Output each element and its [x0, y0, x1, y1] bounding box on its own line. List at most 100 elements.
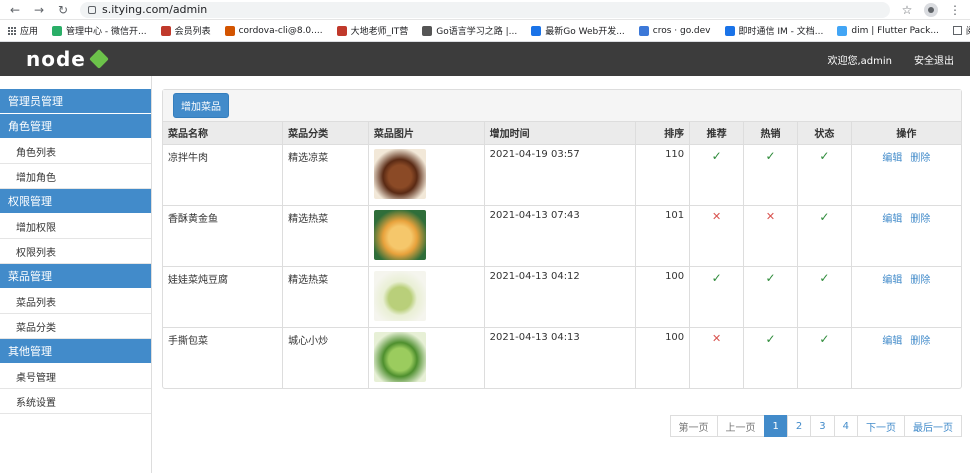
logo-hex-icon [88, 49, 109, 69]
check-icon[interactable]: ✓ [712, 271, 722, 285]
menu-dots-icon[interactable]: ⋮ [948, 3, 962, 17]
sidebar-group-title[interactable]: 角色管理 [0, 114, 151, 138]
sidebar-item[interactable]: 菜品列表 [0, 289, 151, 314]
table-row: 香酥黄金鱼 精选热菜 2021-04-13 07:43 101 ✕ ✕ ✓ 编辑 删除 [163, 204, 961, 267]
sidebar-item[interactable]: 菜品分类 [0, 314, 151, 339]
lock-icon [88, 5, 96, 14]
check-icon[interactable]: ✓ [765, 332, 775, 346]
check-icon[interactable]: ✓ [819, 149, 829, 163]
sidebar: 管理员管理 角色管理 角色列表 增加角色 权限管理 增加权限 权限列表 菜品管理 菜品列表 菜品分… [0, 76, 152, 473]
add-dish-button[interactable]: 增加菜品 [173, 93, 229, 118]
bookmarks-bar: 应用 管理中心 - 微信开... 会员列表 cordova-cli@8.0.... 大地… [0, 20, 970, 42]
bookmark-label: 应用 [20, 27, 39, 37]
bookmark-item[interactable]: 大地老师_IT营 [336, 24, 408, 37]
bookmark-item[interactable]: 最新Go Web开发... [531, 24, 625, 37]
page-prev[interactable]: 上一页 [716, 415, 765, 437]
dish-category: 城心小炒 [288, 335, 329, 347]
dish-panel: 增加菜品 菜品名称 菜品分类 菜品图片 增加时间 排序 推荐 热销 状态 操作 凉拌牛肉 精选凉菜… [162, 89, 962, 389]
table-row: 凉拌牛肉 精选凉菜 2021-04-19 03:57 110 ✓ ✓ ✓ 编辑 删除 [163, 143, 961, 206]
reading-list-label: 阅读清单 [966, 24, 970, 37]
apps-grid-icon [8, 26, 16, 35]
url-text: s.itying.com/admin [102, 3, 208, 16]
delete-link[interactable]: 删除 [910, 275, 930, 286]
page-last[interactable]: 最后一页 [904, 415, 962, 437]
sidebar-item[interactable]: 系统设置 [0, 389, 151, 414]
dish-name: 凉拌牛肉 [168, 152, 208, 164]
cross-icon[interactable]: ✕ [712, 332, 721, 345]
page-number[interactable]: 3 [810, 415, 835, 437]
bookmark-label: 会员列表 [174, 27, 211, 37]
bookmark-item[interactable]: dim | Flutter Pack... [837, 25, 939, 36]
bookmark-item[interactable]: 应用 [8, 24, 38, 37]
main-content: 增加菜品 菜品名称 菜品分类 菜品图片 增加时间 排序 推荐 热销 状态 操作 凉拌牛肉 精选凉菜… [152, 76, 970, 473]
column-header: 热销 [743, 122, 798, 145]
check-icon[interactable]: ✓ [819, 271, 829, 285]
table-row: 手撕包菜 城心小炒 2021-04-13 04:13 100 ✕ ✓ ✓ 编辑 删除 [163, 326, 961, 388]
dish-name: 手撕包菜 [168, 335, 208, 347]
dish-image [373, 209, 426, 260]
delete-link[interactable]: 删除 [910, 336, 930, 347]
sidebar-group-title[interactable]: 管理员管理 [0, 89, 151, 113]
page-number[interactable]: 4 [833, 415, 858, 437]
profile-avatar[interactable] [924, 2, 938, 17]
check-icon[interactable]: ✓ [819, 332, 829, 346]
page-number[interactable]: 2 [786, 415, 812, 437]
address-bar[interactable]: s.itying.com/admin [80, 1, 890, 18]
sidebar-group-title[interactable]: 菜品管理 [0, 264, 151, 288]
edit-link[interactable]: 编辑 [882, 153, 902, 164]
bookmark-item[interactable]: cros · go.dev [638, 25, 711, 36]
logo-text: node [26, 47, 86, 71]
logout-link[interactable]: 安全退出 [914, 52, 954, 67]
cross-icon[interactable]: ✕ [712, 210, 721, 223]
bookmark-favicon-icon [724, 25, 735, 36]
edit-link[interactable]: 编辑 [882, 275, 902, 286]
column-header: 操作 [850, 122, 961, 145]
page-next[interactable]: 下一页 [857, 415, 905, 437]
star-icon[interactable]: ☆ [900, 3, 914, 17]
sidebar-item[interactable]: 权限列表 [0, 239, 151, 264]
bookmark-item[interactable]: 管理中心 - 微信开... [52, 24, 147, 37]
dish-category: 精选热菜 [288, 274, 329, 286]
column-header: 菜品名称 [163, 122, 284, 145]
back-icon[interactable]: ← [8, 3, 22, 17]
bookmark-item[interactable]: 会员列表 [160, 24, 211, 37]
delete-link[interactable]: 删除 [910, 214, 930, 225]
reading-list-icon [952, 26, 962, 35]
dish-image [373, 148, 426, 199]
bookmark-favicon-icon [638, 25, 649, 36]
dish-sort: 100 [665, 270, 685, 282]
sidebar-item[interactable]: 增加角色 [0, 164, 151, 189]
forward-icon[interactable]: → [32, 3, 46, 17]
sidebar-item[interactable]: 角色列表 [0, 139, 151, 164]
check-icon[interactable]: ✓ [819, 210, 829, 224]
sidebar-group-title[interactable]: 其他管理 [0, 339, 151, 363]
bookmark-favicon-icon [422, 25, 433, 36]
delete-link[interactable]: 删除 [910, 153, 930, 164]
edit-link[interactable]: 编辑 [882, 214, 902, 225]
bookmark-favicon-icon [336, 25, 347, 36]
bookmark-label: cros · go.dev [652, 25, 711, 36]
bookmark-favicon-icon [531, 25, 542, 36]
sidebar-group-title[interactable]: 权限管理 [0, 189, 151, 213]
bookmark-item[interactable]: 即时通信 IM - 文档... [724, 24, 823, 37]
bookmark-label: Go语言学习之路 |... [436, 27, 518, 37]
bookmark-label: 管理中心 - 微信开... [66, 27, 147, 37]
bookmark-item[interactable]: cordova-cli@8.0.... [224, 25, 323, 36]
reading-list[interactable]: 阅读清单 [952, 24, 970, 37]
reload-icon[interactable]: ↻ [56, 3, 70, 17]
bookmark-favicon-icon [52, 25, 63, 36]
sidebar-item[interactable]: 桌号管理 [0, 364, 151, 389]
sidebar-item[interactable]: 增加权限 [0, 214, 151, 239]
page-number[interactable]: 1 [763, 415, 788, 437]
bookmark-label: cordova-cli@8.0.... [238, 25, 323, 36]
column-header: 推荐 [689, 122, 745, 145]
page-first[interactable]: 第一页 [669, 415, 718, 437]
check-icon[interactable]: ✓ [765, 149, 775, 163]
bookmark-item[interactable]: Go语言学习之路 |... [422, 24, 517, 37]
dish-sort: 101 [665, 209, 685, 221]
column-header: 排序 [635, 122, 691, 145]
check-icon[interactable]: ✓ [765, 271, 775, 285]
cross-icon[interactable]: ✕ [766, 210, 775, 223]
edit-link[interactable]: 编辑 [882, 336, 902, 347]
check-icon[interactable]: ✓ [712, 149, 722, 163]
